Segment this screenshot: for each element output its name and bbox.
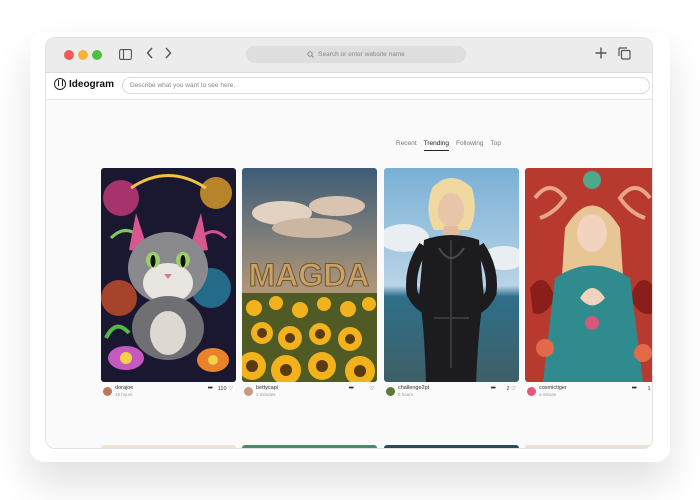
- tab-trending[interactable]: Trending: [423, 140, 450, 151]
- kitten-image[interactable]: [101, 168, 236, 382]
- username[interactable]: dorajoe: [115, 385, 133, 391]
- tab-recent[interactable]: Recent: [396, 140, 417, 151]
- browser-titlebar: Search or enter website name: [46, 38, 652, 73]
- like-count: 1: [647, 386, 651, 392]
- prompt-input[interactable]: Describe what you want to see here.: [122, 77, 650, 94]
- more-options-icon[interactable]: •••: [632, 385, 637, 393]
- heart-icon: ♡: [228, 386, 233, 392]
- woman-leather-suit-image[interactable]: [384, 168, 519, 382]
- like-button[interactable]: 2 ♡: [506, 386, 516, 392]
- card-meta: dorajoe 18 hours ••• 110 ♡: [101, 385, 236, 403]
- tab-overview-icon[interactable]: [618, 47, 631, 64]
- image-card-row2[interactable]: [525, 445, 652, 448]
- card-meta: cosmictiger a minute ••• 1 ♡: [525, 385, 653, 403]
- image-card[interactable]: cosmictiger a minute ••• 1 ♡: [525, 168, 653, 403]
- username[interactable]: bettycapi: [256, 385, 278, 391]
- username[interactable]: cosmictiger: [539, 385, 567, 391]
- post-time: 2 minutes: [256, 392, 276, 397]
- sidebar-toggle-icon[interactable]: [119, 48, 132, 64]
- username[interactable]: challenge2pt: [398, 385, 429, 391]
- new-tab-icon[interactable]: [595, 47, 607, 63]
- heart-icon: ♡: [511, 386, 516, 392]
- like-button[interactable]: 110 ♡: [218, 386, 233, 392]
- image-card-row2[interactable]: [242, 445, 377, 448]
- avatar[interactable]: [386, 387, 395, 396]
- logo-icon: [54, 78, 66, 90]
- more-options-icon[interactable]: •••: [349, 385, 354, 393]
- feed-tabs: Recent Trending Following Top: [396, 140, 501, 151]
- gallery-content: Recent Trending Following Top dorajoe 18…: [46, 100, 652, 448]
- forward-icon[interactable]: [164, 47, 172, 63]
- heart-icon: ♡: [369, 386, 374, 392]
- ideogram-logo[interactable]: Ideogram: [54, 78, 114, 90]
- minimize-window-button[interactable]: [78, 50, 88, 60]
- svg-text:MAGDA: MAGDA: [249, 257, 370, 293]
- more-options-icon[interactable]: •••: [491, 385, 496, 393]
- image-card-row2[interactable]: [101, 445, 236, 448]
- address-bar[interactable]: Search or enter website name: [246, 46, 466, 63]
- like-count: 2: [506, 386, 510, 392]
- woman-teal-dress-image[interactable]: [525, 168, 652, 382]
- like-count: 110: [217, 386, 227, 392]
- more-options-icon[interactable]: •••: [208, 385, 213, 393]
- app-name: Ideogram: [69, 78, 115, 90]
- address-bar-placeholder: Search or enter website name: [318, 51, 405, 58]
- zoom-window-button[interactable]: [92, 50, 102, 60]
- magda-sunflowers-image[interactable]: MAGDA: [242, 168, 377, 382]
- back-icon[interactable]: [146, 47, 154, 63]
- close-window-button[interactable]: [64, 50, 74, 60]
- browser-window: Search or enter website name Ideogram De…: [45, 37, 653, 449]
- image-card[interactable]: dorajoe 18 hours ••• 110 ♡: [101, 168, 236, 403]
- post-time: a minute: [539, 392, 557, 397]
- app-header: Ideogram Describe what you want to see h…: [46, 73, 652, 100]
- avatar[interactable]: [103, 387, 112, 396]
- image-card[interactable]: challenge2pt 5 hours ••• 2 ♡: [384, 168, 519, 403]
- like-button[interactable]: 1 ♡: [647, 386, 653, 392]
- card-meta: bettycapi 2 minutes ••• ♡: [242, 385, 377, 403]
- avatar[interactable]: [527, 387, 536, 396]
- heart-icon: ♡: [652, 386, 653, 392]
- image-card-row2[interactable]: [384, 445, 519, 448]
- post-time: 18 hours: [115, 392, 133, 397]
- tab-following[interactable]: Following: [456, 140, 483, 151]
- tab-top[interactable]: Top: [491, 140, 501, 151]
- search-icon: [307, 51, 314, 58]
- like-button[interactable]: ♡: [369, 386, 374, 392]
- card-meta: challenge2pt 5 hours ••• 2 ♡: [384, 385, 519, 403]
- image-card[interactable]: MAGDA bettycapi 2 minutes ••• ♡: [242, 168, 377, 403]
- post-time: 5 hours: [398, 392, 414, 397]
- avatar[interactable]: [244, 387, 253, 396]
